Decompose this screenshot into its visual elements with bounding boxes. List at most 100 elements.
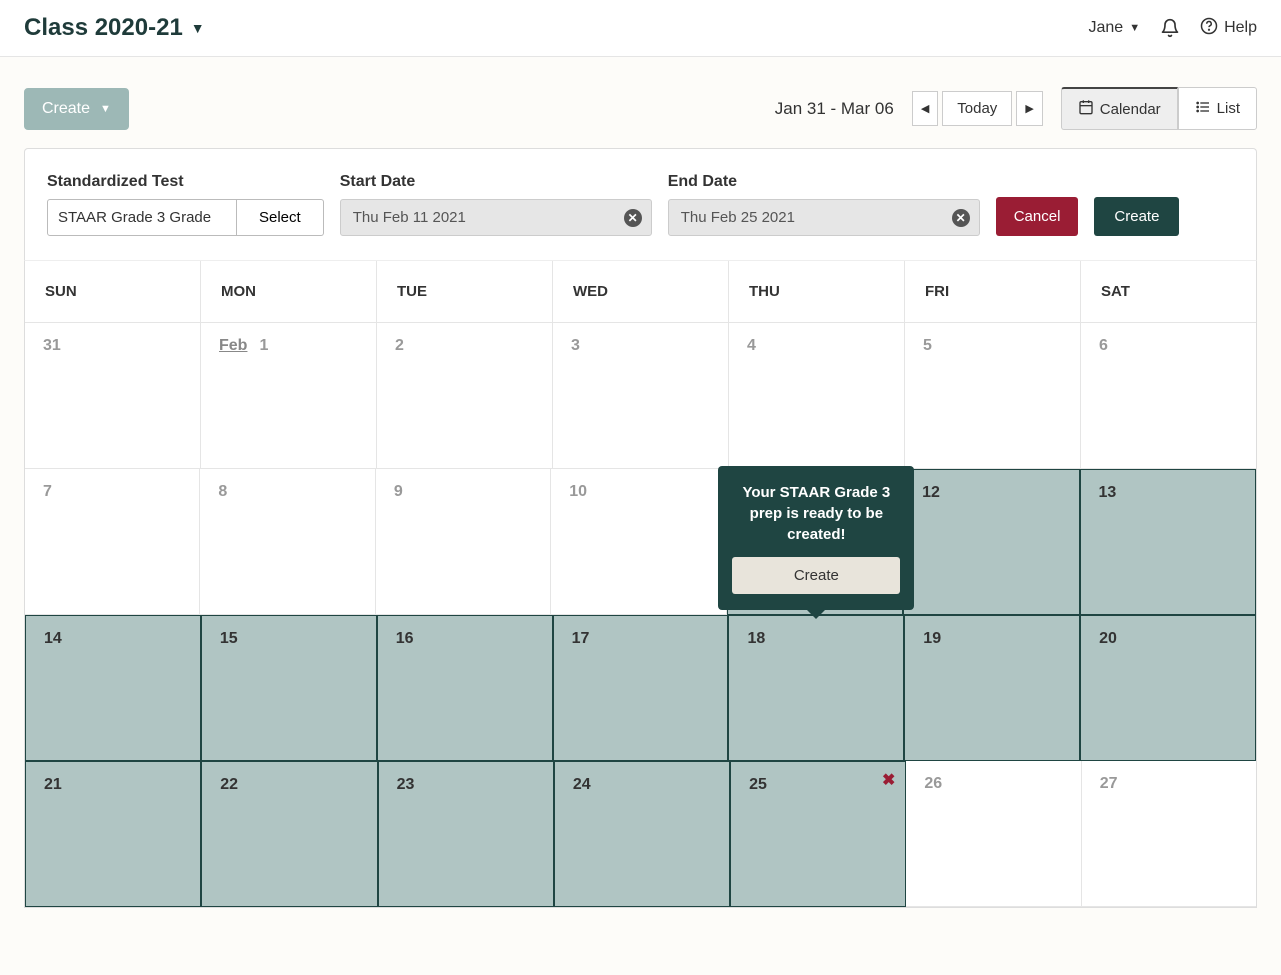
calendar-cell[interactable]: 23 [378, 761, 554, 907]
caret-down-icon: ▼ [1129, 22, 1140, 34]
user-menu[interactable]: Jane ▼ [1089, 19, 1141, 37]
calendar-cell[interactable]: 19 [904, 615, 1080, 761]
help-icon [1200, 17, 1218, 40]
calendar-cell[interactable]: 22 [201, 761, 377, 907]
calendar-cell[interactable]: 24 [554, 761, 730, 907]
create-form: Standardized Test Select Start Date ✕ En… [24, 148, 1257, 260]
calendar-cell[interactable]: 25 ✖ [730, 761, 906, 907]
close-icon[interactable]: ✖ [882, 770, 895, 790]
calendar-header-cell: THU [729, 261, 905, 322]
calendar-cell[interactable]: 15 [201, 615, 377, 761]
day-number: 22 [220, 776, 238, 793]
day-number: 31 [43, 337, 61, 354]
list-icon [1195, 99, 1211, 119]
day-number: 16 [396, 630, 414, 647]
calendar-header-cell: SAT [1081, 261, 1256, 322]
form-create-button[interactable]: Create [1094, 197, 1179, 236]
calendar-header-cell: MON [201, 261, 377, 322]
start-date-label: Start Date [340, 173, 652, 191]
clear-end-icon[interactable]: ✕ [952, 209, 970, 227]
select-button[interactable]: Select [237, 199, 324, 236]
calendar-cell[interactable]: 12 [903, 469, 1079, 615]
clear-start-icon[interactable]: ✕ [624, 209, 642, 227]
calendar-row: 21 22 23 24 25 ✖ 26 27 [25, 761, 1256, 907]
calendar-cell[interactable]: 3 [553, 323, 729, 469]
day-number: 18 [747, 630, 765, 647]
test-label: Standardized Test [47, 173, 324, 191]
day-number: 19 [923, 630, 941, 647]
date-nav: ◀ Today ▶ [912, 91, 1043, 126]
day-number: 14 [44, 630, 62, 647]
create-button[interactable]: Create ▼ [24, 88, 129, 130]
list-view-button[interactable]: List [1178, 87, 1257, 130]
calendar-cell[interactable]: 16 [377, 615, 553, 761]
day-number: 8 [218, 483, 227, 500]
today-button[interactable]: Today [942, 91, 1012, 126]
day-number: 2 [395, 337, 404, 354]
caret-down-icon: ▼ [100, 103, 111, 115]
calendar-cell[interactable]: 31 [25, 323, 201, 469]
list-label: List [1217, 100, 1240, 117]
month-label: Feb [219, 337, 247, 354]
start-date-group: Start Date ✕ [340, 173, 652, 236]
calendar-cell[interactable]: 20 [1080, 615, 1256, 761]
day-number: 20 [1099, 630, 1117, 647]
calendar-header-cell: WED [553, 261, 729, 322]
end-date-label: End Date [668, 173, 980, 191]
calendar-cell[interactable]: 7 [25, 469, 200, 615]
calendar-cell[interactable]: 18Your STAAR Grade 3 prep is ready to be… [728, 615, 904, 761]
calendar-cell[interactable]: 6 [1081, 323, 1256, 469]
bell-icon[interactable] [1160, 18, 1180, 38]
day-number: 5 [923, 337, 932, 354]
day-number: 12 [922, 484, 940, 501]
calendar-cell[interactable]: 9 [376, 469, 551, 615]
test-input[interactable] [47, 199, 237, 236]
help-link[interactable]: Help [1200, 17, 1257, 40]
day-number: 6 [1099, 337, 1108, 354]
caret-down-icon: ▼ [191, 20, 205, 36]
day-number: 25 [749, 776, 767, 793]
calendar-cell[interactable]: 26 [906, 761, 1081, 907]
user-name: Jane [1089, 19, 1124, 37]
calendar-cell[interactable]: 8 [200, 469, 375, 615]
day-number: 24 [573, 776, 591, 793]
calendar-cell[interactable]: 2 [377, 323, 553, 469]
toolbar: Create ▼ Jan 31 - Mar 06 ◀ Today ▶ Calen… [0, 57, 1281, 148]
day-number: 15 [220, 630, 238, 647]
calendar-row: 78910111213 [25, 469, 1256, 615]
day-number: 3 [571, 337, 580, 354]
calendar-cell[interactable]: 17 [553, 615, 729, 761]
start-date-input[interactable] [340, 199, 652, 236]
calendar-cell[interactable]: 14 [25, 615, 201, 761]
calendar-icon [1078, 99, 1094, 119]
calendar-cell[interactable]: 4 [729, 323, 905, 469]
help-label: Help [1224, 19, 1257, 37]
popover-text: Your STAAR Grade 3 prep is ready to be c… [732, 482, 900, 545]
calendar-cell[interactable]: 10 [551, 469, 726, 615]
cancel-button[interactable]: Cancel [996, 197, 1079, 236]
calendar-cell[interactable]: 27 [1082, 761, 1256, 907]
create-popover: Your STAAR Grade 3 prep is ready to be c… [718, 466, 914, 610]
calendar-row: 14 15 16 1718Your STAAR Grade 3 prep is rea… [25, 615, 1256, 761]
day-number: 9 [394, 483, 403, 500]
calendar-label: Calendar [1100, 101, 1161, 118]
day-number: 26 [924, 775, 942, 792]
create-label: Create [42, 100, 90, 118]
calendar-header-cell: TUE [377, 261, 553, 322]
popover-create-button[interactable]: Create [732, 557, 900, 594]
calendar-header-row: SUNMONTUEWEDTHUFRISAT [25, 261, 1256, 323]
calendar-cell[interactable]: 13 [1080, 469, 1256, 615]
day-number: 4 [747, 337, 756, 354]
day-number: 13 [1099, 484, 1117, 501]
day-number: 1 [259, 337, 268, 354]
day-number: 23 [397, 776, 415, 793]
calendar-cell[interactable]: Feb 1 [201, 323, 377, 469]
day-number: 7 [43, 483, 52, 500]
class-selector[interactable]: Class 2020-21 ▼ [24, 14, 205, 42]
end-date-input[interactable] [668, 199, 980, 236]
calendar-cell[interactable]: 21 [25, 761, 201, 907]
calendar-view-button[interactable]: Calendar [1061, 87, 1178, 130]
calendar-cell[interactable]: 5 [905, 323, 1081, 469]
prev-button[interactable]: ◀ [912, 91, 938, 126]
next-button[interactable]: ▶ [1016, 91, 1042, 126]
